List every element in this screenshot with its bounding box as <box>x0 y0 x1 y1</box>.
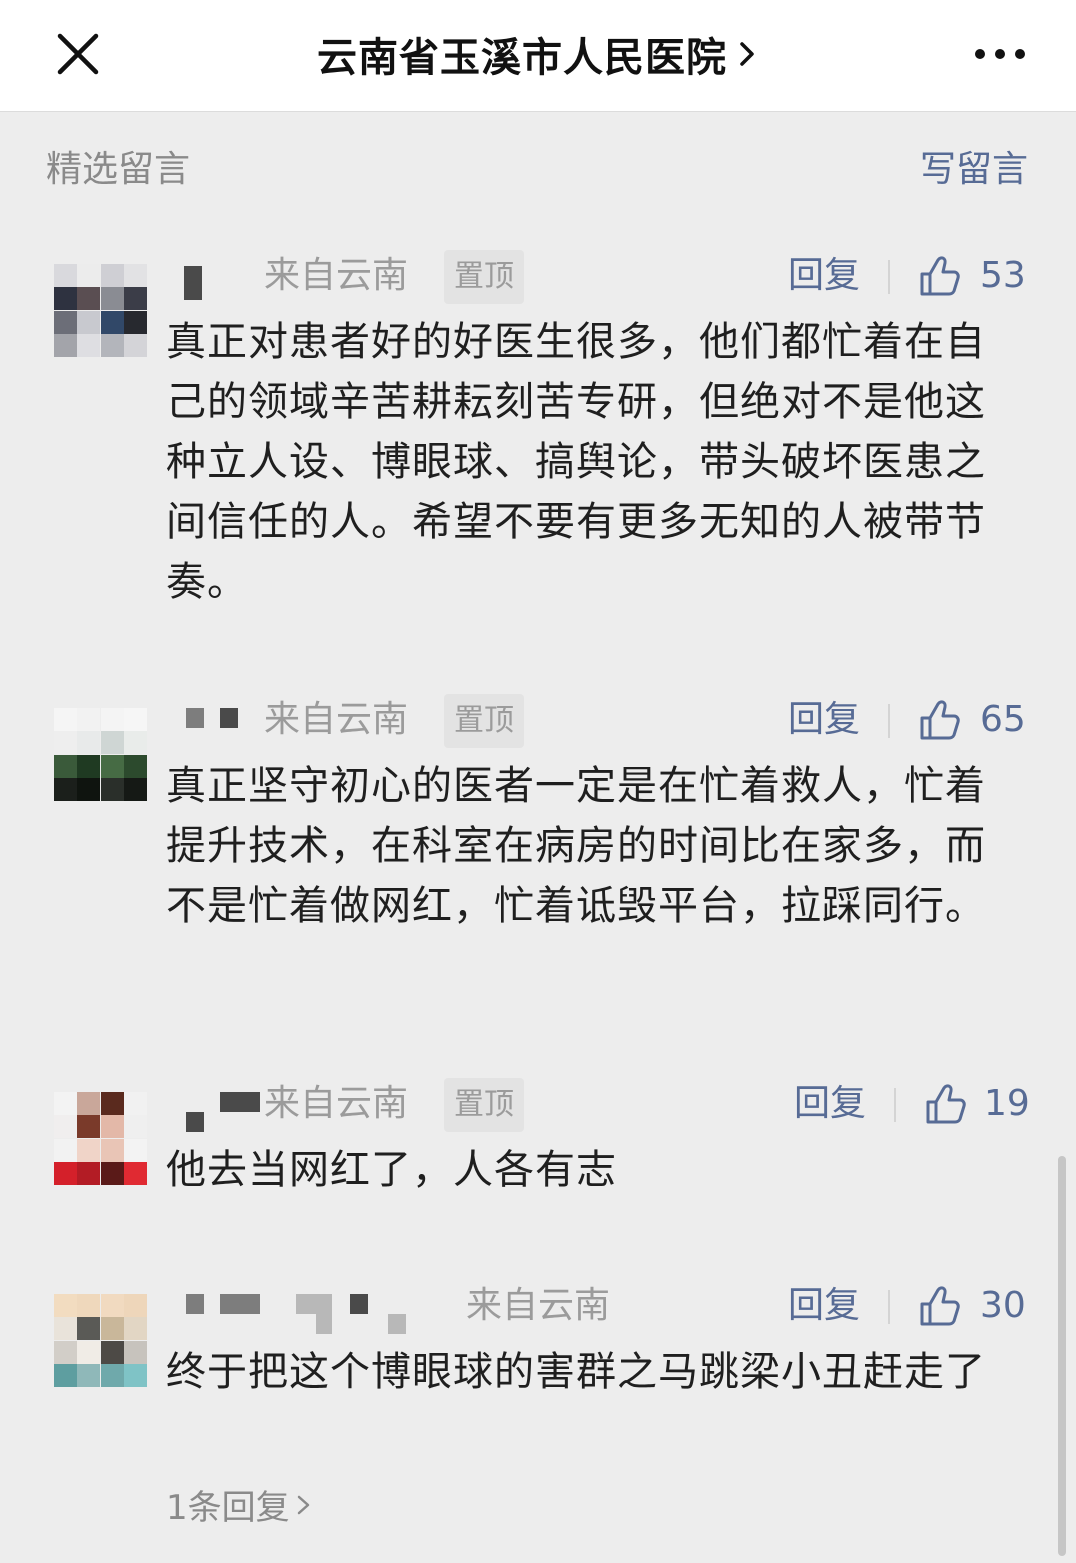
location-label: 来自云南 <box>264 255 409 296</box>
username-blurred <box>316 1314 332 1334</box>
chevron-right-icon <box>297 1495 309 1514</box>
view-replies-label: 1条回复 <box>166 1488 290 1528</box>
avatar[interactable] <box>54 1092 148 1186</box>
reply-button[interactable]: 回复 <box>788 694 860 746</box>
reply-button[interactable]: 回复 <box>788 1280 860 1332</box>
pinned-badge: 置顶 <box>444 694 524 748</box>
like-count: 53 <box>980 255 1026 296</box>
avatar[interactable] <box>54 264 148 358</box>
more-dots-icon[interactable] <box>970 32 1030 76</box>
avatar[interactable] <box>54 708 148 802</box>
scrollbar[interactable] <box>1058 1156 1066 1556</box>
username-blurred <box>350 1294 368 1314</box>
thumbs-up-icon[interactable] <box>924 1082 968 1126</box>
divider <box>888 260 890 294</box>
thumbs-up-icon[interactable] <box>918 1284 962 1328</box>
view-replies-link[interactable]: 1条回复 <box>166 1480 312 1529</box>
comment-text: 他去当网红了，人各有志 <box>166 1147 617 1193</box>
username-blurred <box>388 1314 406 1334</box>
pinned-badge: 置顶 <box>444 250 524 304</box>
username-blurred <box>296 1294 332 1314</box>
reply-button[interactable]: 回复 <box>788 250 860 302</box>
write-comment-button[interactable]: 写留言 <box>920 140 1028 192</box>
chevron-right-icon <box>740 42 754 66</box>
like-count: 65 <box>980 699 1026 740</box>
account-title-link[interactable]: 云南省玉溪市人民医院 <box>0 26 1076 82</box>
username-blurred <box>220 1294 260 1314</box>
location-label: 来自云南 <box>264 699 409 740</box>
comment-text: 真正坚守初心的医者一定是在忙着救人，忙着提升技术，在科室在病房的时间比在家多，而… <box>166 763 986 929</box>
username-blurred <box>220 1092 260 1112</box>
username-blurred <box>186 708 204 728</box>
divider <box>894 1088 896 1122</box>
section-title: 精选留言 <box>46 149 191 190</box>
username-blurred <box>220 708 238 728</box>
thumbs-up-icon[interactable] <box>918 254 962 298</box>
pinned-badge: 置顶 <box>444 1078 524 1132</box>
username-blurred <box>186 1112 204 1132</box>
top-nav-bar: 云南省玉溪市人民医院 <box>0 0 1076 112</box>
thumbs-up-icon[interactable] <box>918 698 962 742</box>
reply-button[interactable]: 回复 <box>794 1078 866 1130</box>
location-label: 来自云南 <box>264 1083 409 1124</box>
comment-text: 真正对患者好的好医生很多，他们都忙着在自己的领域辛苦耕耘刻苦专研，但绝对不是他这… <box>166 319 986 605</box>
divider <box>888 1290 890 1324</box>
comment-text: 终于把这个博眼球的害群之马跳梁小丑赶走了 <box>166 1349 986 1395</box>
avatar[interactable] <box>54 1294 148 1388</box>
account-title: 云南省玉溪市人民医院 <box>317 35 727 81</box>
username-blurred <box>184 266 202 300</box>
divider <box>888 704 890 738</box>
username-blurred <box>186 1294 204 1314</box>
location-label: 来自云南 <box>466 1285 611 1326</box>
like-count: 19 <box>984 1083 1030 1124</box>
like-count: 30 <box>980 1285 1026 1326</box>
